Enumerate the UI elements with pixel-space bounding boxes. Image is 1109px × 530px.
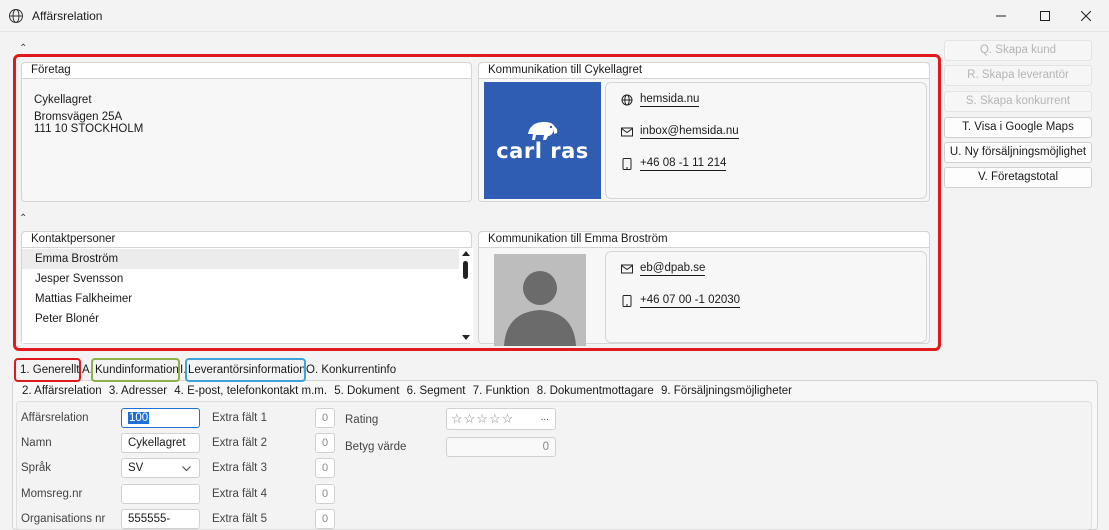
betyg-label: Betyg värde bbox=[345, 441, 407, 453]
new-sales-opportunity-button[interactable]: U. Ny försäljningsmöjlighet bbox=[944, 142, 1092, 163]
minimize-button[interactable] bbox=[978, 0, 1024, 32]
title-bar: Affärsrelation bbox=[0, 0, 1109, 32]
tab-affarsrelation[interactable]: 2. Affärsrelation bbox=[22, 385, 102, 397]
tab-dokument[interactable]: 5. Dokument bbox=[334, 385, 399, 397]
extra-field-4[interactable]: 0 bbox=[315, 484, 335, 504]
maximize-button[interactable] bbox=[1022, 0, 1068, 32]
sprak-value: SV bbox=[128, 462, 144, 474]
highlight-frame-top bbox=[13, 54, 941, 351]
extra-field-5-label: Extra fält 5 bbox=[212, 513, 267, 525]
extra-field-4-label: Extra fält 4 bbox=[212, 488, 267, 500]
betyg-field: 0 bbox=[446, 437, 556, 457]
highlight-frame-leverantor bbox=[185, 358, 306, 382]
affarsrelation-label: Affärsrelation bbox=[21, 412, 89, 424]
sprak-select[interactable]: SV bbox=[121, 458, 200, 478]
create-supplier-button[interactable]: R. Skapa leverantör bbox=[944, 65, 1092, 86]
company-total-button[interactable]: V. Företagstotal bbox=[944, 167, 1092, 188]
extra-field-2[interactable]: 0 bbox=[315, 433, 335, 453]
rating-control[interactable]: ☆☆☆☆☆ ... bbox=[446, 408, 556, 430]
namn-field[interactable]: Cykellagret bbox=[121, 433, 200, 453]
rating-label: Rating bbox=[345, 414, 379, 426]
close-icon bbox=[1081, 11, 1091, 21]
extra-field-1[interactable]: 0 bbox=[315, 408, 335, 428]
affarsrelation-field[interactable]: 100 bbox=[121, 408, 200, 428]
google-maps-button[interactable]: T. Visa i Google Maps bbox=[944, 117, 1092, 138]
orgnr-label: Organisations nr bbox=[21, 513, 106, 525]
globe-icon bbox=[9, 9, 23, 23]
extra-field-3-label: Extra fält 3 bbox=[212, 462, 267, 474]
chevron-down-icon bbox=[182, 466, 191, 472]
namn-label: Namn bbox=[21, 437, 52, 449]
momsreg-field[interactable] bbox=[121, 484, 200, 504]
sprak-label: Språk bbox=[21, 462, 52, 474]
tab-funktion[interactable]: 7. Funktion bbox=[473, 385, 530, 397]
rating-stars[interactable]: ☆☆☆☆☆ bbox=[451, 411, 514, 426]
extra-field-1-label: Extra fält 1 bbox=[212, 412, 267, 424]
close-button[interactable] bbox=[1063, 0, 1109, 32]
tab-segment[interactable]: 6. Segment bbox=[407, 385, 466, 397]
window-title: Affärsrelation bbox=[32, 9, 103, 23]
extra-field-2-label: Extra fält 2 bbox=[212, 437, 267, 449]
minimize-icon bbox=[996, 15, 1006, 17]
extra-field-3[interactable]: 0 bbox=[315, 458, 335, 478]
tab-dokumentmottagare[interactable]: 8. Dokumentmottagare bbox=[537, 385, 654, 397]
tab-epost[interactable]: 4. E-post, telefonkontakt m.m. bbox=[174, 385, 327, 397]
maximize-icon bbox=[1040, 11, 1050, 21]
orgnr-field[interactable]: 555555-1234 bbox=[121, 509, 200, 529]
highlight-frame-generellt bbox=[14, 358, 81, 382]
extra-field-5[interactable]: 0 bbox=[315, 509, 335, 529]
tab-konkurrentinfo[interactable]: O. Konkurrentinfo bbox=[306, 361, 396, 381]
create-competitor-button[interactable]: S. Skapa konkurrent bbox=[944, 91, 1092, 112]
rating-more-button[interactable]: ... bbox=[541, 409, 549, 427]
tab-forsaljningsmojligheter[interactable]: 9. Försäljningsmöjligheter bbox=[661, 385, 792, 397]
momsreg-label: Momsreg.nr bbox=[21, 488, 83, 500]
create-customer-button[interactable]: Q. Skapa kund bbox=[944, 40, 1092, 61]
highlight-frame-kund bbox=[91, 358, 180, 382]
tab-adresser[interactable]: 3. Adresser bbox=[109, 385, 167, 397]
tab-row-secondary: 2. Affärsrelation 3. Adresser 4. E-post,… bbox=[22, 385, 796, 397]
collapse-top-caret-icon[interactable]: ⌃ bbox=[19, 44, 31, 54]
